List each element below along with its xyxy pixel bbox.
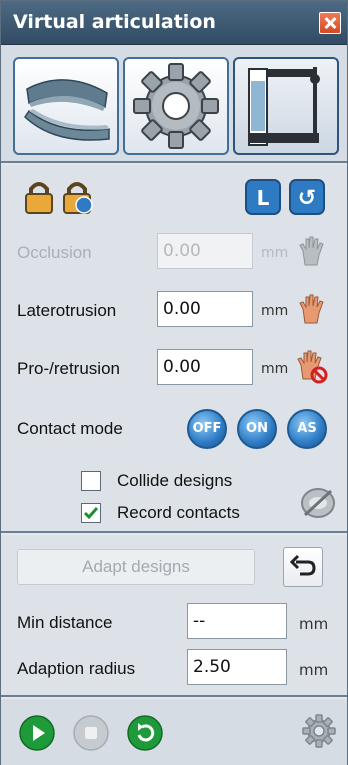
hand-icon[interactable]: [297, 293, 327, 325]
min-distance-label: Min distance: [17, 613, 113, 632]
articulator-icon: [248, 67, 320, 146]
top-toolbar: [1, 45, 347, 163]
min-distance-field[interactable]: --: [187, 603, 287, 639]
collide-designs-checkbox[interactable]: [81, 471, 101, 491]
laterotrusion-field[interactable]: 0.00: [157, 291, 253, 327]
reset-icon[interactable]: ↺: [289, 179, 325, 215]
hand-disabled-icon[interactable]: [297, 235, 327, 267]
window-title: Virtual articulation: [13, 11, 216, 33]
occlusion-field[interactable]: 0.00: [157, 233, 253, 269]
settings-gear-icon: [133, 63, 219, 149]
settings-small-icon[interactable]: [301, 713, 337, 749]
contact-on-button[interactable]: ON: [237, 409, 277, 449]
articulation-controls: L ↺ Occlusion 0.00 mm Laterotrusion 0.00…: [1, 165, 347, 533]
protrusion-unit: mm: [261, 361, 289, 377]
min-distance-unit: mm: [299, 615, 329, 633]
stop-icon[interactable]: [73, 715, 109, 751]
adapt-section: Adapt designs Min distance -- mm Adaptio…: [1, 535, 347, 697]
contact-eye-icon[interactable]: [299, 485, 337, 521]
virtual-articulation-panel: Virtual articulation L ↺ Occlusion 0.00 …: [0, 0, 348, 765]
record-contacts-label: Record contacts: [117, 503, 240, 522]
articulator-button[interactable]: [233, 57, 339, 155]
undo-icon: [289, 554, 316, 576]
play-icon[interactable]: [19, 715, 55, 751]
adaption-radius-unit: mm: [299, 661, 329, 679]
reset-icon-glyph: ↺: [298, 186, 316, 211]
protrusion-field[interactable]: 0.00: [157, 349, 253, 385]
bottom-toolbar: [1, 699, 347, 765]
collide-designs-label: Collide designs: [117, 471, 233, 490]
checkmark-icon: [83, 507, 99, 520]
occlusion-unit: mm: [261, 245, 289, 261]
title-bar[interactable]: Virtual articulation: [1, 1, 347, 45]
contact-off-button[interactable]: OFF: [187, 409, 227, 449]
adapt-designs-button[interactable]: Adapt designs: [17, 549, 255, 585]
adaption-radius-field[interactable]: 2.50: [187, 649, 287, 685]
lock-reset-icon[interactable]: [61, 179, 95, 215]
left-icon[interactable]: L: [245, 179, 281, 215]
occlusion-label: Occlusion: [17, 243, 92, 262]
hand-blocked-icon[interactable]: [295, 349, 329, 385]
contact-mode-label: Contact mode: [17, 419, 123, 438]
refresh-icon[interactable]: [127, 715, 163, 751]
jaw-models-button[interactable]: [13, 57, 119, 155]
settings-button[interactable]: [123, 57, 229, 155]
close-button[interactable]: [319, 12, 341, 34]
laterotrusion-label: Laterotrusion: [17, 301, 117, 320]
contact-as-button[interactable]: AS: [287, 409, 327, 449]
left-icon-glyph: L: [257, 186, 270, 210]
undo-button[interactable]: [283, 547, 323, 587]
lock-icon[interactable]: [23, 179, 55, 215]
protrusion-label: Pro-/retrusion: [17, 359, 120, 378]
adaption-radius-label: Adaption radius: [17, 659, 136, 678]
record-contacts-checkbox[interactable]: [81, 503, 101, 523]
jaw-models-icon: [24, 79, 110, 141]
laterotrusion-unit: mm: [261, 303, 289, 319]
